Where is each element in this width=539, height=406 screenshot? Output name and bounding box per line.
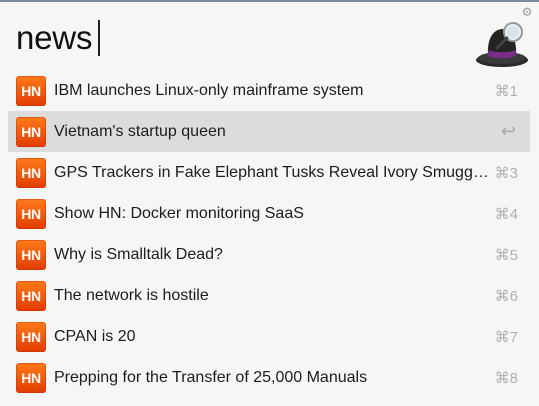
result-shortcut: ⌘5 [494,246,518,264]
hacker-news-icon: HN [16,280,46,311]
result-row[interactable]: HN Why is Smalltalk Dead? ⌘5 [8,234,530,275]
search-query-text[interactable]: news [16,16,92,60]
result-shortcut: ⌘3 [494,164,518,182]
hacker-news-icon: HN [16,321,46,352]
search-input[interactable]: news [16,16,101,60]
result-row[interactable]: HN IBM launches Linux-only mainframe sys… [8,70,530,111]
result-title: The network is hostile [54,286,209,304]
result-title: GPS Trackers in Fake Elephant Tusks Reve… [54,163,492,181]
result-title: Show HN: Docker monitoring SaaS [54,204,304,222]
result-row[interactable]: HN CPAN is 20 ⌘7 [8,316,530,357]
result-row[interactable]: HN Prepping for the Transfer of 25,000 M… [8,357,530,398]
result-title: CPAN is 20 [54,327,136,345]
text-caret [98,20,101,56]
result-title: Prepping for the Transfer of 25,000 Manu… [54,368,368,386]
hacker-news-icon: HN [16,157,46,188]
return-key-icon: ↩ [500,121,516,141]
hacker-news-icon: HN [16,75,46,106]
hacker-news-icon: HN [16,198,46,229]
result-row[interactable]: HN The network is hostile ⌘6 [8,275,530,316]
result-shortcut: ⌘4 [494,205,518,223]
alfred-hat-logo [473,12,531,70]
result-shortcut: ⌘1 [494,82,518,100]
result-shortcut: ⌘8 [494,369,518,387]
hacker-news-icon: HN [16,239,46,270]
result-row-selected[interactable]: HN Vietnam's startup queen ↩ [8,111,530,152]
result-row[interactable]: HN GPS Trackers in Fake Elephant Tusks R… [8,152,530,193]
hacker-news-icon: HN [16,362,46,393]
results-list: HN IBM launches Linux-only mainframe sys… [8,70,530,398]
result-row[interactable]: HN Show HN: Docker monitoring SaaS ⌘4 [8,193,530,234]
result-shortcut: ⌘7 [494,328,518,346]
hacker-news-icon: HN [16,116,46,147]
launcher-window: ⚙ news HN IBM launches Linux-only mainfr… [0,2,539,406]
result-title: Vietnam's startup queen [54,122,226,140]
result-title: IBM launches Linux-only mainframe system [54,81,364,99]
result-shortcut: ⌘6 [494,287,518,305]
result-title: Why is Smalltalk Dead? [54,245,223,263]
